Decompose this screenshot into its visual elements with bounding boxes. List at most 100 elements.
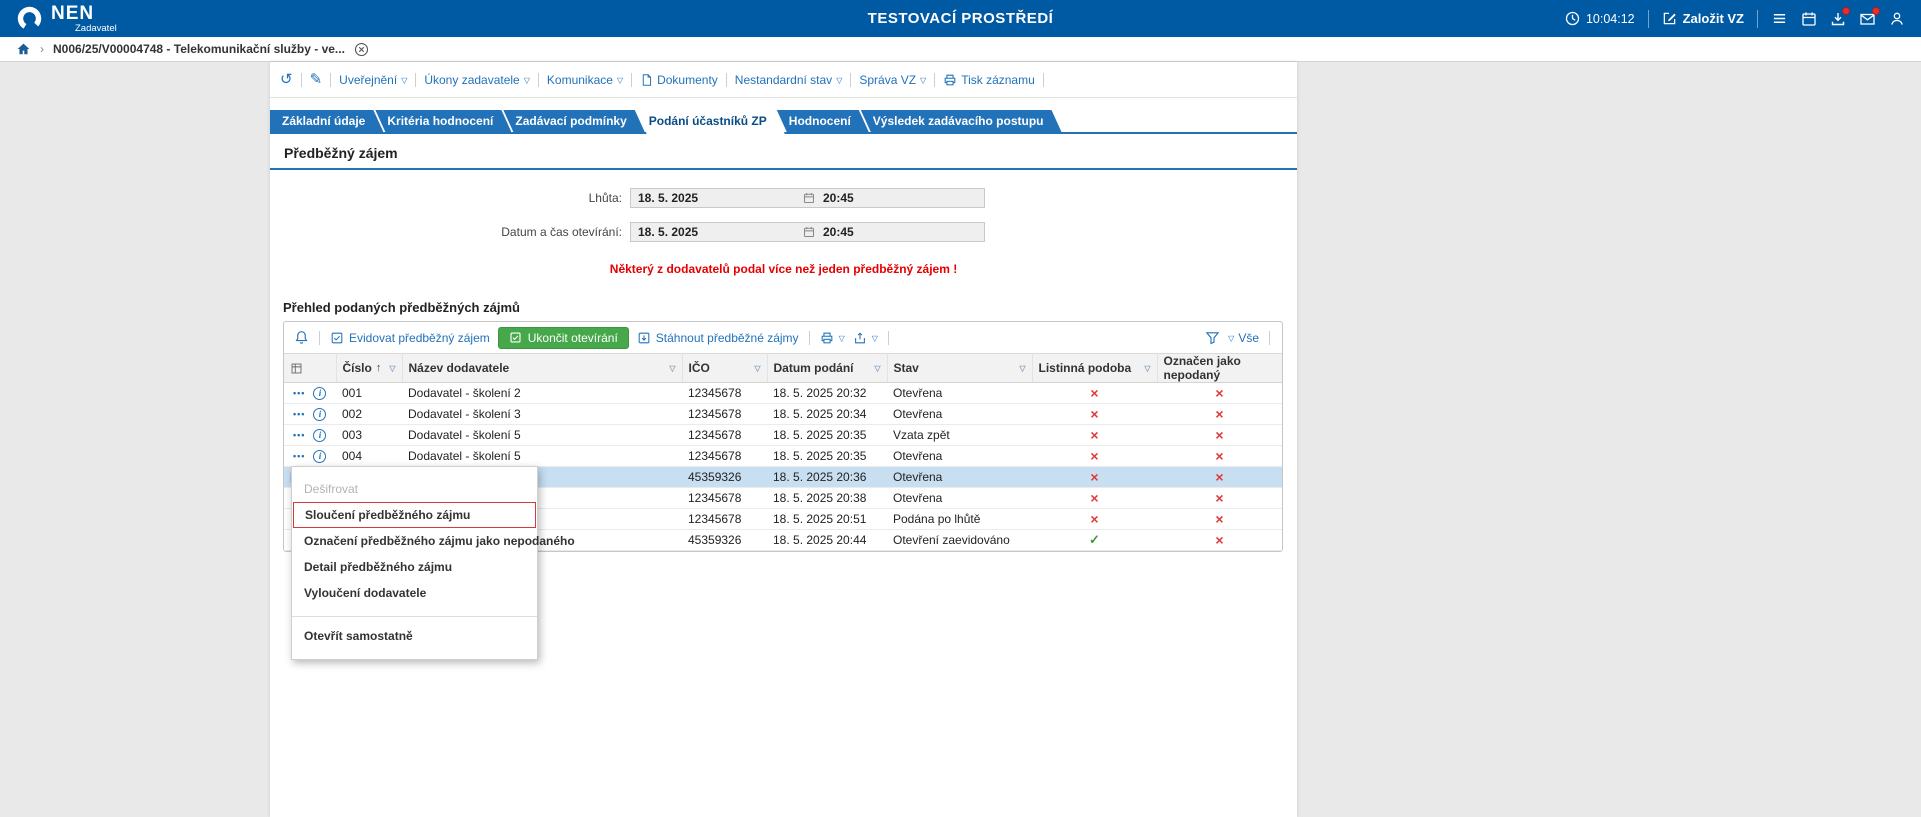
create-vz-button[interactable]: Založit VZ <box>1662 11 1744 26</box>
evidovat-zajem-button[interactable]: Evidovat předběžný zájem <box>330 331 490 345</box>
main-menu-button[interactable] <box>1771 11 1788 26</box>
row-menu-button[interactable]: ••• <box>290 388 308 399</box>
menu-nestandardni-stav[interactable]: Nestandardní stav ▽ <box>735 73 843 87</box>
filter-dropdown-icon[interactable]: ▽ <box>874 364 880 373</box>
notifications-bell-button[interactable] <box>294 330 309 345</box>
menu-uverejneni[interactable]: Uveřejnění ▽ <box>339 73 407 87</box>
row-menu-button[interactable]: ••• <box>290 409 308 420</box>
field-label-lhuta: Lhůta: <box>270 191 630 205</box>
cell-listinna: × <box>1032 446 1157 467</box>
table-row: •••i 003 Dodavatel - školení 5 12345678 … <box>284 425 1282 446</box>
row-menu-button[interactable]: ••• <box>290 430 308 441</box>
oteviranie-date-value: 18. 5. 2025 <box>631 225 803 239</box>
row-info-button[interactable]: i <box>313 387 326 400</box>
column-header-datum[interactable]: Datum podání▽ <box>767 354 887 383</box>
row-info-button[interactable]: i <box>313 450 326 463</box>
app-name: NEN <box>51 4 117 23</box>
menu-tisk-zaznamu[interactable]: Tisk záznamu <box>943 73 1035 87</box>
home-button[interactable] <box>16 42 31 56</box>
cell-nepodany: × <box>1157 530 1282 551</box>
ctx-otevrit-samostatne[interactable]: Otevřít samostatně <box>292 621 537 649</box>
menu-divider <box>292 616 537 617</box>
column-settings-header[interactable] <box>284 354 336 383</box>
cell-stav: Otevřena <box>887 488 1032 509</box>
ukoncit-oteviranie-button[interactable]: Ukončit otevírání <box>498 327 629 349</box>
breadcrumb: › N006/25/V00004748 - Telekomunikační sl… <box>0 37 1921 62</box>
filter-preset-dropdown[interactable]: ▽ Vše <box>1228 331 1259 345</box>
cross-icon: × <box>1215 406 1223 422</box>
calendar-button[interactable] <box>1801 11 1817 27</box>
row-info-button[interactable]: i <box>313 429 326 442</box>
breadcrumb-item[interactable]: N006/25/V00004748 - Telekomunikační služ… <box>53 42 345 56</box>
menu-sprava-vz[interactable]: Správa VZ ▽ <box>859 73 926 87</box>
download-submissions-icon <box>637 331 651 345</box>
chevron-down-icon: ▽ <box>920 76 926 85</box>
ctx-oznaceni-nepodaneho[interactable]: Označení předběžného zájmu jako nepodané… <box>292 528 537 554</box>
column-header-stav[interactable]: Stav▽ <box>887 354 1032 383</box>
export-grid-button[interactable]: ▽ <box>853 331 878 345</box>
tab-zakladni-udaje[interactable]: Základní údaje <box>270 110 383 132</box>
stahnout-zajmy-button[interactable]: Stáhnout předběžné zájmy <box>637 331 799 345</box>
section-underline <box>270 168 1297 170</box>
column-header-nazev[interactable]: Název dodavatele▽ <box>402 354 682 383</box>
cell-nepodany: × <box>1157 404 1282 425</box>
tab-vysledek-zadavaciho-postupu[interactable]: Výsledek zadávacího postupu <box>861 110 1062 132</box>
menu-ukony-zadavatele[interactable]: Úkony zadavatele ▽ <box>424 73 530 87</box>
profile-button[interactable] <box>1889 11 1905 27</box>
cell-nazev: Dodavatel - školení 2 <box>402 383 682 404</box>
table-row: •••i 004 Dodavatel - školení 5 12345678 … <box>284 446 1282 467</box>
toolbar-separator <box>1269 331 1270 345</box>
server-time: 10:04:12 <box>1565 11 1635 26</box>
register-icon <box>330 331 344 345</box>
row-menu-button[interactable]: ••• <box>290 451 308 462</box>
filter-dropdown-icon[interactable]: ▽ <box>669 364 675 373</box>
edit-record-button[interactable]: ✎ <box>310 72 323 87</box>
lhuta-field[interactable]: 18. 5. 2025 20:45 <box>630 188 985 208</box>
column-header-listinna[interactable]: Listinná podoba▽ <box>1032 354 1157 383</box>
cell-nepodany: × <box>1157 488 1282 509</box>
table-row: •••i 001 Dodavatel - školení 2 12345678 … <box>284 383 1282 404</box>
tab-kriteria-hodnoceni[interactable]: Kritéria hodnocení <box>375 110 511 132</box>
filter-dropdown-icon[interactable]: ▽ <box>389 364 395 373</box>
breadcrumb-close-button[interactable] <box>354 42 369 57</box>
tab-hodnoceni[interactable]: Hodnocení <box>777 110 869 132</box>
cross-icon: × <box>1090 448 1098 464</box>
filter-dropdown-icon[interactable]: ▽ <box>1019 364 1025 373</box>
menu-komunikace[interactable]: Komunikace ▽ <box>547 73 623 87</box>
command-bar: ↺ ✎ Uveřejnění ▽ Úkony zadavatele ▽ Komu… <box>270 62 1297 98</box>
ctx-slouceni-zajmu[interactable]: Sloučení předběžného zájmu <box>293 502 536 528</box>
filter-button[interactable] <box>1205 330 1220 345</box>
downloads-button[interactable] <box>1830 11 1846 27</box>
column-header-nepodany[interactable]: Označen jako nepodaný <box>1157 354 1282 383</box>
oteviranie-field[interactable]: 18. 5. 2025 20:45 <box>630 222 985 242</box>
filter-dropdown-icon[interactable]: ▽ <box>1144 364 1150 373</box>
menu-dokumenty[interactable]: Dokumenty <box>640 73 718 87</box>
column-header-cislo[interactable]: Číslo↑▽ <box>336 354 402 383</box>
undo-button[interactable]: ↺ <box>280 72 293 87</box>
nen-logo[interactable]: NEN Zadavatel <box>16 4 117 34</box>
cross-icon: × <box>1090 490 1098 506</box>
column-label: Označen jako nepodaný <box>1164 354 1277 382</box>
cross-icon: × <box>1215 532 1223 548</box>
print-grid-button[interactable]: ▽ <box>820 331 845 345</box>
command-separator <box>726 73 727 87</box>
ctx-vylouceni-dodavatele[interactable]: Vyloučení dodavatele <box>292 580 537 606</box>
tab-podani-ucastniku-zp[interactable]: Podání účastníků ZP <box>637 110 785 134</box>
cell-nepodany: × <box>1157 425 1282 446</box>
clock-icon <box>1565 11 1580 26</box>
cell-stav: Otevření zaevidováno <box>887 530 1032 551</box>
content-panel: ↺ ✎ Uveřejnění ▽ Úkony zadavatele ▽ Komu… <box>270 62 1297 817</box>
calendar-icon <box>803 226 815 238</box>
ctx-detail-zajmu[interactable]: Detail předběžného zájmu <box>292 554 537 580</box>
command-separator <box>934 73 935 87</box>
column-header-ico[interactable]: IČO▽ <box>682 354 767 383</box>
breadcrumb-separator: › <box>40 42 44 56</box>
lhuta-time-value: 20:45 <box>821 191 854 205</box>
cell-stav: Otevřena <box>887 383 1032 404</box>
filter-dropdown-icon[interactable]: ▽ <box>754 364 760 373</box>
row-info-button[interactable]: i <box>313 408 326 421</box>
cell-stav: Podána po lhůtě <box>887 509 1032 530</box>
cross-icon: × <box>1090 385 1098 401</box>
tab-zadavaci-podminky[interactable]: Zadávací podmínky <box>503 110 644 132</box>
messages-button[interactable] <box>1859 11 1876 27</box>
